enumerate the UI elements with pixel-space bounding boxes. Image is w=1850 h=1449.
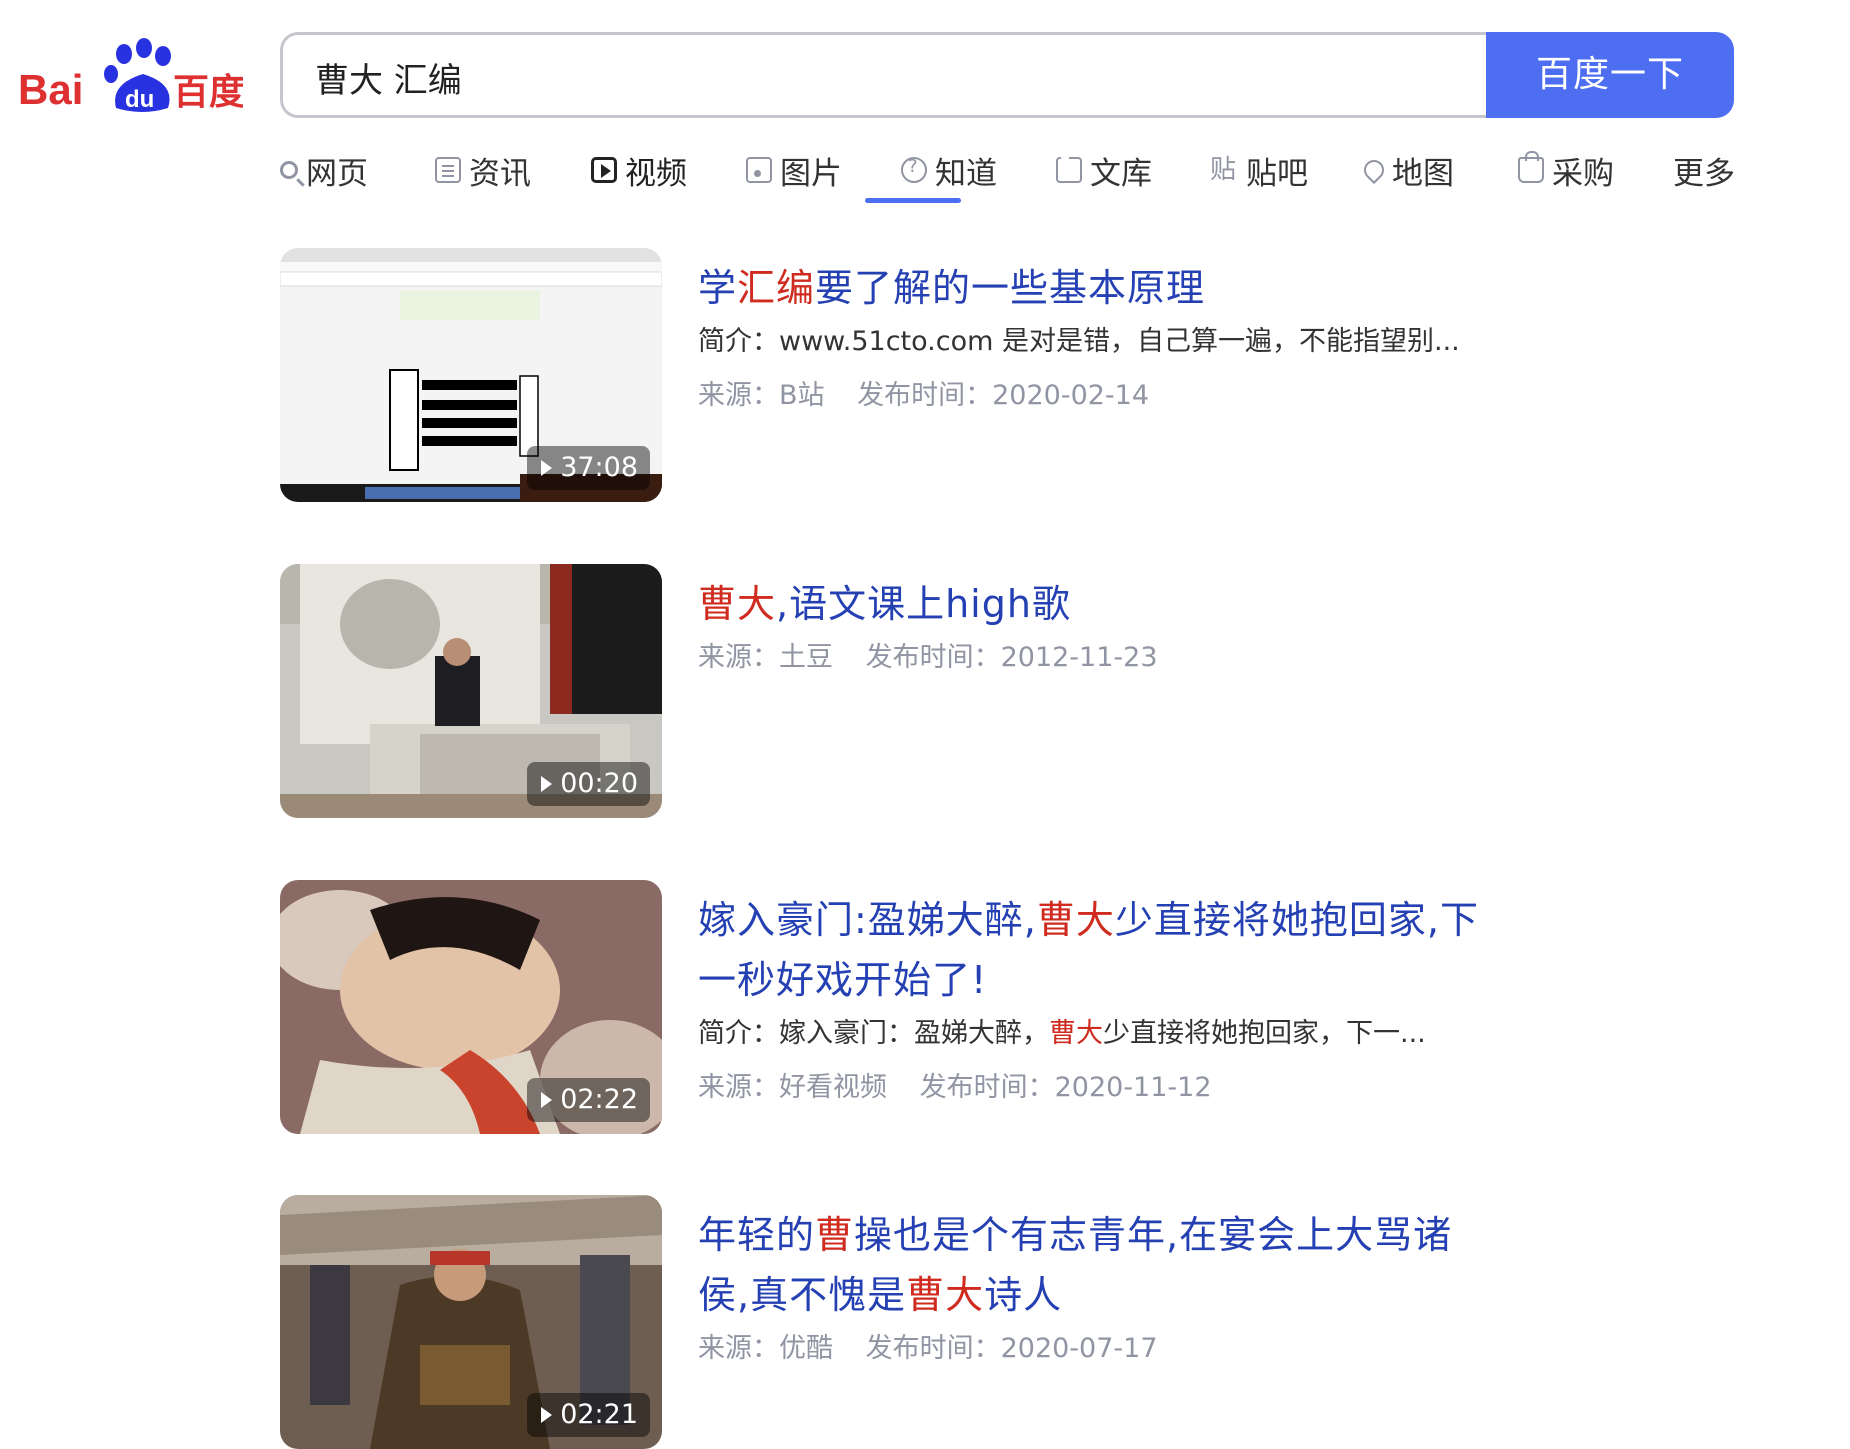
result-title-link[interactable]: 嫁入豪门:盈娣大醉,曹大少直接将她抱回家,下 一秒好戏开始了! (698, 890, 1558, 1010)
logo-du-text: du (125, 86, 154, 113)
tab-map[interactable]: 地图 (1359, 140, 1454, 200)
baidu-logo[interactable]: Bai du 百度 (18, 36, 243, 116)
result-source: 来源：好看视频 (698, 1072, 887, 1103)
shopping-bag-icon (1518, 151, 1544, 183)
title-line-2: 一秒好戏开始了! (698, 958, 988, 1002)
video-duration: 00:20 (527, 762, 650, 806)
result-date: 发布时间：2020-07-17 (865, 1333, 1158, 1364)
image-icon (746, 157, 772, 183)
result-title-link[interactable]: 学汇编要了解的一些基本原理 (698, 258, 1558, 318)
tab-more[interactable]: 更多 (1673, 140, 1735, 200)
result-meta: 来源：B站 发布时间：2020-02-14 (698, 376, 1558, 416)
title-line-1: 嫁入豪门:盈娣大醉,曹大少直接将她抱回家,下 (698, 898, 1479, 942)
result-source: 来源：土豆 (698, 642, 833, 673)
tab-label: 网页 (306, 155, 368, 192)
result-date: 发布时间：2020-11-12 (919, 1072, 1212, 1103)
video-thumbnail[interactable]: 02:21 (280, 1195, 662, 1449)
video-duration: 02:22 (527, 1078, 650, 1122)
search-bar: 百度一下 (280, 32, 1734, 118)
tab-web[interactable]: 网页 (280, 140, 368, 200)
search-box (280, 32, 1486, 118)
tab-tieba[interactable]: 贴 贴吧 (1208, 140, 1308, 200)
video-duration: 37:08 (527, 446, 650, 490)
play-icon (541, 776, 553, 792)
title-line-2: 侯,真不愧是曹大诗人 (698, 1273, 1063, 1317)
active-tab-indicator (865, 198, 961, 203)
tab-label: 采购 (1552, 155, 1614, 192)
result-summary: 简介：嫁入豪门：盈娣大醉，曹大少直接将她抱回家，下一... (698, 1018, 1426, 1049)
video-duration: 02:21 (527, 1393, 650, 1437)
video-thumbnail[interactable]: 00:20 (280, 564, 662, 818)
tab-label: 地图 (1392, 155, 1454, 192)
result-info: 年轻的曹操也是个有志青年,在宴会上大骂诸 侯,真不愧是曹大诗人 来源：优酷 发布… (698, 1195, 1558, 1369)
result-title-link[interactable]: 曹大,语文课上high歌 (698, 574, 1558, 634)
tab-label: 图片 (780, 155, 842, 192)
tab-label: 更多 (1673, 155, 1735, 192)
title-line-1: 年轻的曹操也是个有志青年,在宴会上大骂诸 (698, 1213, 1453, 1257)
result-meta: 来源：好看视频 发布时间：2020-11-12 (698, 1068, 1558, 1108)
tab-wenku[interactable]: 文库 (1056, 140, 1152, 200)
map-pin-icon (1359, 155, 1389, 185)
video-icon (591, 157, 617, 183)
video-thumbnail[interactable]: 02:22 (280, 880, 662, 1134)
tab-purchase[interactable]: 采购 (1518, 140, 1614, 200)
result-info: 嫁入豪门:盈娣大醉,曹大少直接将她抱回家,下 一秒好戏开始了! 简介：嫁入豪门：… (698, 880, 1558, 1108)
tieba-icon: 贴 (1209, 155, 1236, 185)
search-input[interactable] (313, 49, 1467, 105)
result-info: 曹大,语文课上high歌 来源：土豆 发布时间：2012-11-23 (698, 564, 1558, 678)
result-summary: 简介：www.51cto.com 是对是错，自己算一遍，不能指望别... (698, 326, 1460, 357)
question-icon (901, 156, 927, 183)
news-icon (435, 157, 461, 183)
tab-label: 资讯 (469, 155, 531, 192)
tab-news[interactable]: 资讯 (435, 140, 531, 200)
search-icon (280, 161, 298, 179)
result-info: 学汇编要了解的一些基本原理 简介：www.51cto.com 是对是错，自己算一… (698, 248, 1558, 416)
result-source: 来源：优酷 (698, 1333, 833, 1364)
result-source: 来源：B站 (698, 380, 825, 411)
play-icon (541, 1092, 553, 1108)
search-button[interactable]: 百度一下 (1486, 32, 1734, 118)
result-date: 发布时间：2020-02-14 (857, 380, 1150, 411)
result-meta: 来源：土豆 发布时间：2012-11-23 (698, 638, 1558, 678)
tab-label: 文库 (1090, 155, 1152, 192)
result-title-link[interactable]: 年轻的曹操也是个有志青年,在宴会上大骂诸 侯,真不愧是曹大诗人 (698, 1205, 1558, 1325)
tab-zhidao[interactable]: 知道 (901, 140, 997, 200)
result-meta: 来源：优酷 发布时间：2020-07-17 (698, 1329, 1558, 1369)
tab-label: 知道 (935, 155, 997, 192)
tab-images[interactable]: 图片 (746, 140, 842, 200)
logo-bai-text: Bai (18, 66, 83, 113)
logo-cn-text: 百度 (173, 72, 243, 113)
video-thumbnail[interactable]: 37:08 (280, 248, 662, 502)
play-icon (541, 460, 553, 476)
result-date: 发布时间：2012-11-23 (865, 642, 1158, 673)
search-tabs: 网页 资讯 视频 图片 知道 文库 贴 贴吧 地图 采购 更多 (280, 140, 1740, 210)
document-icon (1056, 157, 1082, 183)
tab-label: 视频 (625, 155, 687, 192)
play-icon (541, 1407, 553, 1423)
tab-video[interactable]: 视频 (591, 140, 687, 200)
tab-label: 贴吧 (1246, 155, 1308, 192)
